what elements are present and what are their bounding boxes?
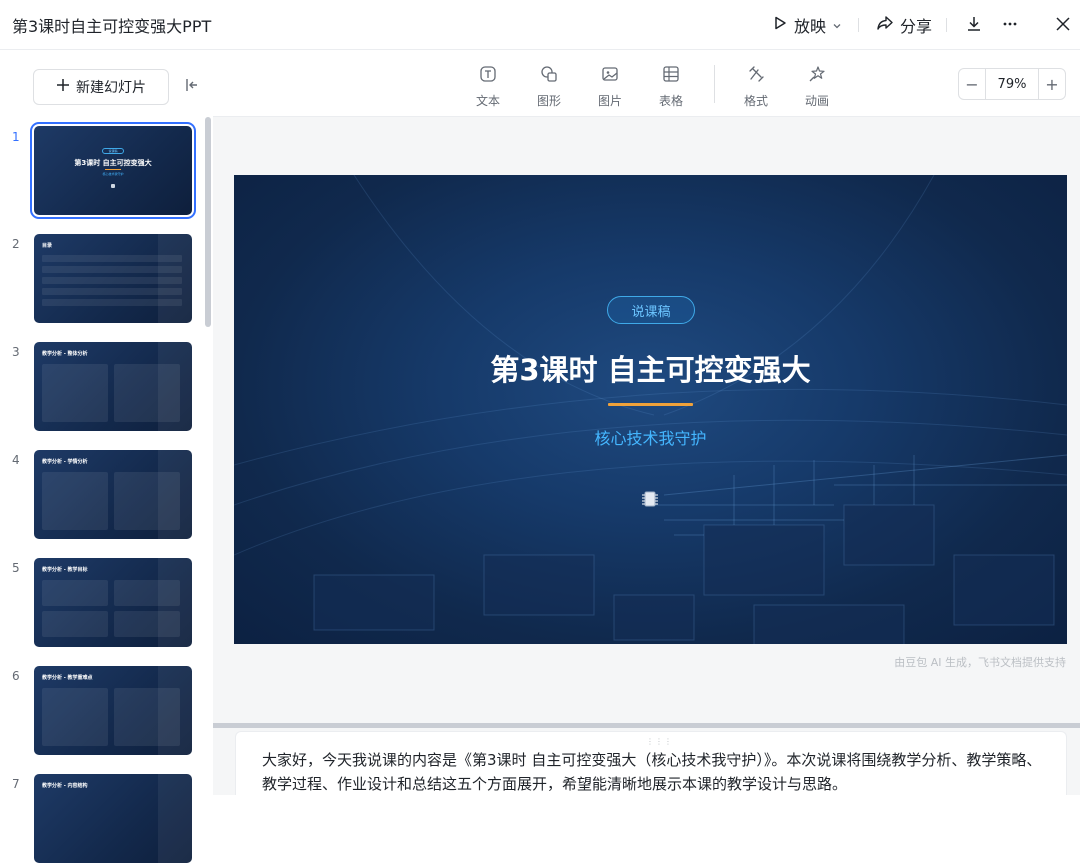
ai-credit-text: 由豆包 AI 生成，飞书文档提供支持 [894,656,1066,669]
slide-number: 3 [12,345,20,359]
slide-thumbnail-4[interactable]: 教学分析 - 学情分析 [34,450,192,539]
slide-number: 4 [12,453,20,467]
animation-tool-button[interactable]: 动画 [795,65,839,109]
chip-icon [639,488,661,510]
circuit-background [234,175,1067,644]
speaker-notes-panel[interactable]: ⋮⋮⋮ 大家好，今天我说课的内容是《第3课时 自主可控变强大（核心技术我守护）》… [235,731,1067,795]
new-slide-button[interactable]: 新建幻灯片 [33,69,169,105]
chevron-down-icon[interactable] [832,16,842,35]
image-tool-button[interactable]: 图片 [588,65,632,109]
close-icon[interactable] [1052,13,1074,35]
slide-thumbnail-1[interactable]: 说课稿 第3课时 自主可控变强大 核心技术我守护 [30,122,196,219]
slide-number: 7 [12,777,20,791]
format-tool-button[interactable]: 格式 [734,65,778,109]
slide-number: 5 [12,561,20,575]
format-icon [747,65,765,87]
slide-thumbnail-5[interactable]: 教学分析 - 教学目标 [34,558,192,647]
thumb-title: 目录 [42,243,53,249]
share-button[interactable]: 分享 [876,13,932,37]
thumb-chip-icon [111,184,115,188]
thumb-subtitle: 核心技术我守护 [102,172,124,176]
sidebar-scrollbar[interactable] [205,117,211,327]
text-icon [479,65,497,87]
slide-tag: 说课稿 [607,296,695,324]
tool-label: 图形 [536,94,561,108]
thumb-title: 教学分析 - 教学重难点 [42,675,93,681]
shape-icon [540,65,558,87]
speaker-notes-text[interactable]: 大家好，今天我说课的内容是《第3课时 自主可控变强大（核心技术我守护）》。本次说… [262,748,1052,796]
thumb-title: 教学分析 - 学情分析 [42,459,88,465]
collapse-sidebar-icon[interactable] [184,77,202,95]
tool-label: 动画 [804,94,829,108]
share-label: 分享 [900,17,933,36]
image-icon [601,65,619,87]
zoom-out-button[interactable]: − [959,69,985,99]
table-icon [662,65,680,87]
drag-handle-icon[interactable]: ⋮⋮⋮ [646,737,673,746]
slide-thumbnail-6[interactable]: 教学分析 - 教学重难点 [34,666,192,755]
thumb-title: 第3课时 自主可控变强大 [74,159,152,167]
slide-thumbnail-3[interactable]: 教学分析 - 整体分析 [34,342,192,431]
divider [946,18,947,32]
title-bar: 第3课时自主可控变强大PPT 放映 分享 [0,0,1080,50]
thumb-title: 教学分析 - 内容结构 [42,783,88,789]
play-button[interactable]: 放映 [772,13,842,37]
more-icon[interactable] [999,13,1021,35]
slide-thumbnail-7[interactable]: 教学分析 - 内容结构 [34,774,192,863]
tool-label: 格式 [743,94,768,108]
share-icon [876,15,894,35]
notes-splitter[interactable] [213,723,1080,728]
new-slide-label: 新建幻灯片 [76,80,146,96]
plus-icon [56,78,70,96]
toolbar-divider [714,65,715,103]
slide-thumbnail-2[interactable]: 目录 [34,234,192,323]
slide-sidebar: 新建幻灯片 1 说课稿 第3课时 自主可控变强大 核心技术我守护 2 目录 3 … [0,51,213,863]
zoom-value[interactable]: 79% [985,69,1039,99]
text-tool-button[interactable]: 文本 [466,65,510,109]
play-label: 放映 [794,17,827,36]
thumb-tag: 说课稿 [102,148,124,154]
slide-title: 第3课时 自主可控变强大 [490,353,811,387]
zoom-in-button[interactable]: + [1039,69,1065,99]
divider [858,18,859,32]
slide-number: 2 [12,237,20,251]
slide-number: 1 [12,130,20,144]
thumb-title: 教学分析 - 教学目标 [42,567,88,573]
tool-label: 文本 [475,94,500,108]
slide-number: 6 [12,669,20,683]
title-underline [608,403,693,406]
animation-icon [808,65,826,87]
thumb-title: 教学分析 - 整体分析 [42,351,88,357]
slide-subtitle: 核心技术我守护 [594,429,707,448]
slide-canvas[interactable]: 说课稿 第3课时 自主可控变强大 核心技术我守护 [234,175,1067,644]
editor-main: 文本 图形 图片 表格 格式 动画 − 79% + 说课稿 第3课时 自主可控变… [213,51,1080,795]
shape-tool-button[interactable]: 图形 [527,65,571,109]
table-tool-button[interactable]: 表格 [649,65,693,109]
download-icon[interactable] [963,13,985,35]
play-icon [772,15,788,35]
insert-toolbar: 文本 图形 图片 表格 格式 动画 − 79% + [213,51,1080,117]
zoom-control: − 79% + [958,68,1066,100]
thumb-accent-line [105,169,121,170]
tool-label: 表格 [658,94,683,108]
tool-label: 图片 [597,94,622,108]
document-title: 第3课时自主可控变强大PPT [12,17,212,36]
